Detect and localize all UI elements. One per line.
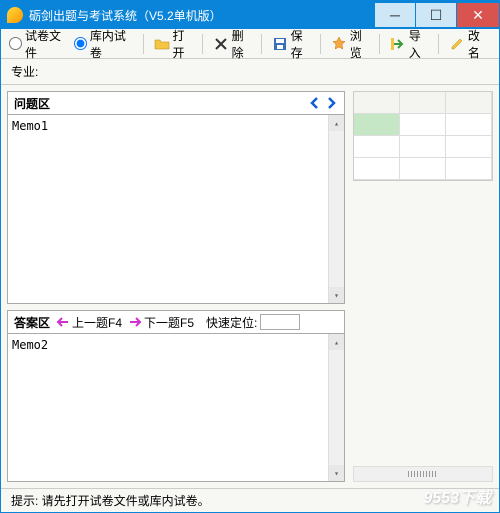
- arrow-left-icon: [56, 316, 70, 328]
- open-button[interactable]: 打开: [150, 25, 196, 63]
- separator: [379, 34, 380, 54]
- scroll-down-icon[interactable]: ▾: [329, 287, 344, 303]
- grid-cell[interactable]: [400, 114, 446, 136]
- scroll-up-icon[interactable]: ▴: [329, 334, 344, 350]
- grid-row[interactable]: [354, 136, 492, 158]
- open-folder-icon: [154, 36, 170, 52]
- grid-row[interactable]: [354, 158, 492, 180]
- delete-icon: [213, 36, 229, 52]
- minimize-button[interactable]: ─: [375, 3, 415, 27]
- browse-button[interactable]: 浏览: [327, 25, 373, 63]
- separator: [261, 34, 262, 54]
- prev-arrow-icon[interactable]: [308, 96, 322, 110]
- subbar: 专业:: [1, 59, 499, 85]
- window-title: 砺剑出题与考试系统（V5.2单机版）: [29, 7, 374, 24]
- radio-paper-file-input[interactable]: [9, 37, 22, 50]
- grid-header-cell[interactable]: [354, 92, 400, 114]
- separator: [202, 34, 203, 54]
- app-window: 砺剑出题与考试系统（V5.2单机版） ─ ☐ ✕ 试卷文件 库内试卷 打开: [0, 0, 500, 513]
- maximize-button[interactable]: ☐: [416, 3, 456, 27]
- watermark: 9553下载: [423, 484, 491, 508]
- save-icon: [272, 36, 288, 52]
- quick-locate-input[interactable]: [260, 314, 300, 330]
- right-pane: [351, 85, 499, 488]
- left-pane: 问题区 Memo1 ▴ ▾: [1, 85, 351, 488]
- grid-cell[interactable]: [446, 158, 492, 180]
- separator: [320, 34, 321, 54]
- grid-cell[interactable]: [354, 158, 400, 180]
- answer-header: 答案区 上一题F4 下一题F5 快速定位:: [7, 310, 345, 334]
- grid-header-cell[interactable]: [446, 92, 492, 114]
- separator: [438, 34, 439, 54]
- arrow-right-icon: [128, 316, 142, 328]
- radio-lib-paper-input[interactable]: [74, 37, 87, 50]
- grid-cell[interactable]: [446, 136, 492, 158]
- question-memo[interactable]: Memo1 ▴ ▾: [7, 115, 345, 304]
- quick-locate: 快速定位:: [206, 314, 300, 331]
- grid-cell[interactable]: [400, 136, 446, 158]
- next-question-button[interactable]: 下一题F5: [128, 314, 194, 331]
- grid-row[interactable]: [354, 114, 492, 136]
- grip-icon: [408, 471, 438, 477]
- radio-lib-paper[interactable]: 库内试卷: [74, 27, 131, 61]
- import-icon: [390, 36, 406, 52]
- delete-button[interactable]: 删除: [209, 25, 255, 63]
- grid-header-cell[interactable]: [400, 92, 446, 114]
- toolbar: 试卷文件 库内试卷 打开 删除 保存: [1, 29, 499, 59]
- next-arrow-icon[interactable]: [324, 96, 338, 110]
- status-hint: 提示: 请先打开试卷文件或库内试卷。: [11, 492, 210, 509]
- splitter-handle[interactable]: [353, 466, 493, 482]
- prev-question-button[interactable]: 上一题F4: [56, 314, 122, 331]
- scrollbar-vertical[interactable]: ▴ ▾: [328, 115, 344, 303]
- grid-cell[interactable]: [354, 136, 400, 158]
- rename-icon: [449, 36, 465, 52]
- import-button[interactable]: 导入: [386, 25, 432, 63]
- answer-memo[interactable]: Memo2 ▴ ▾: [7, 334, 345, 482]
- scrollbar-vertical[interactable]: ▴ ▾: [328, 334, 344, 481]
- data-grid[interactable]: [353, 91, 493, 181]
- separator: [143, 34, 144, 54]
- grid-cell[interactable]: [400, 158, 446, 180]
- major-label: 专业:: [11, 63, 38, 80]
- scroll-down-icon[interactable]: ▾: [329, 465, 344, 481]
- app-icon: [7, 7, 23, 23]
- grid-cell-selected[interactable]: [354, 114, 400, 136]
- browse-icon: [331, 36, 347, 52]
- grid-header-row: [354, 92, 492, 114]
- scroll-up-icon[interactable]: ▴: [329, 115, 344, 131]
- question-header: 问题区: [7, 91, 345, 115]
- rename-button[interactable]: 改名: [445, 25, 491, 63]
- radio-paper-file[interactable]: 试卷文件: [9, 27, 66, 61]
- grid-cell[interactable]: [446, 114, 492, 136]
- save-button[interactable]: 保存: [268, 25, 314, 63]
- content-area: 问题区 Memo1 ▴ ▾: [1, 85, 499, 488]
- close-button[interactable]: ✕: [457, 3, 499, 27]
